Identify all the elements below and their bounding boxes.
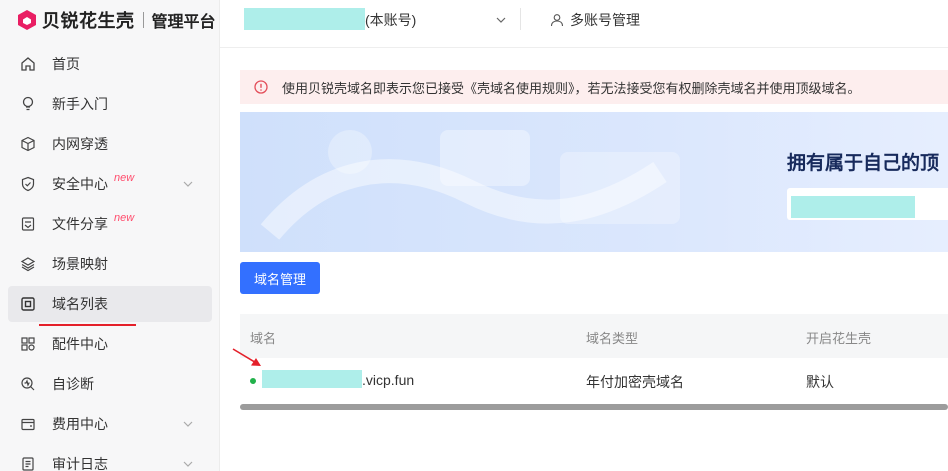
annotation-arrow-icon <box>232 348 261 366</box>
column-header-domain: 域名 <box>250 331 277 346</box>
shield-icon <box>20 176 36 192</box>
brand-subtitle: 管理平台 <box>151 14 216 31</box>
sidebar-item-label: 费用中心 <box>52 416 108 432</box>
sidebar-item-label: 新手入门 <box>52 96 108 112</box>
sidebar-item-self-diagnose[interactable]: 自诊断 <box>8 366 212 402</box>
multi-account-label: 多账号管理 <box>570 12 640 28</box>
grid-icon <box>20 336 36 352</box>
brand-name: 贝锐花生壳 <box>42 11 135 31</box>
domain-manage-button[interactable]: 域名管理 <box>240 262 320 294</box>
home-icon <box>20 56 36 72</box>
sidebar-item-label: 场景映射 <box>52 256 108 272</box>
sidebar-item-home[interactable]: 首页 <box>8 46 212 82</box>
alert-text: 使用贝锐壳域名即表示您已接受《壳域名使用规则》，若无法接受您有权删除壳域名并使用… <box>282 80 861 96</box>
notice-alert: 使用贝锐壳域名即表示您已接受《壳域名使用规则》，若无法接受您有权删除壳域名并使用… <box>240 70 948 104</box>
sidebar-item-audit-log[interactable]: 审计日志 <box>8 446 212 471</box>
sidebar-item-label: 首页 <box>52 56 80 72</box>
annotation-underline <box>39 324 136 326</box>
account-name-redacted <box>244 8 365 30</box>
account-suffix: (本账号) <box>365 12 417 28</box>
sidebar-item-label: 内网穿透 <box>52 136 108 152</box>
brand-logo[interactable]: 贝锐花生壳 管理平台 <box>16 8 216 32</box>
sidebar-item-getting-started[interactable]: 新手入门 <box>8 86 212 122</box>
domain-icon <box>20 296 36 312</box>
sidebar-item-scene-mapping[interactable]: 场景映射 <box>8 246 212 282</box>
chevron-down-icon <box>183 461 193 467</box>
sidebar: 贝锐花生壳 管理平台 首页 新手入门 内网穿透 安全中心 new 文件分享 ne… <box>0 0 220 471</box>
user-icon <box>550 14 564 27</box>
lightbulb-icon <box>20 96 36 112</box>
sidebar-nav: 首页 新手入门 内网穿透 安全中心 new 文件分享 new 场景映射 域名列表… <box>8 46 212 471</box>
wallet-icon <box>20 416 36 432</box>
scrollbar-thumb[interactable] <box>240 404 948 410</box>
cube-icon <box>20 136 36 152</box>
domain-type-cell: 年付加密壳域名 <box>586 374 684 390</box>
new-badge: new <box>114 212 135 224</box>
log-icon <box>20 456 36 471</box>
chevron-down-icon <box>183 181 193 187</box>
chevron-down-icon <box>183 421 193 427</box>
scene-icon <box>20 256 36 272</box>
domain-table: 域名 域名类型 开启花生壳 .vicp.fun 年付加密壳域名 默认 <box>240 314 948 404</box>
promo-banner: 拥有属于自己的顶 <box>240 112 948 252</box>
file-share-icon <box>20 216 36 232</box>
sidebar-item-label: 配件中心 <box>52 336 108 352</box>
multi-account-link[interactable]: 多账号管理 <box>550 10 640 30</box>
diagnose-icon <box>20 376 36 392</box>
status-dot <box>250 378 256 384</box>
horizontal-scrollbar[interactable] <box>240 404 948 410</box>
top-header: (本账号) 多账号管理 <box>220 0 948 48</box>
brand-divider <box>142 12 144 28</box>
banner-input-redacted <box>791 196 915 218</box>
banner-title: 拥有属于自己的顶 <box>787 153 940 174</box>
domain-name-redacted <box>262 370 362 388</box>
sidebar-item-billing[interactable]: 费用中心 <box>8 406 212 442</box>
sidebar-item-label: 自诊断 <box>52 376 94 392</box>
sidebar-item-intranet[interactable]: 内网穿透 <box>8 126 212 162</box>
banner-search-input[interactable] <box>787 188 948 220</box>
sidebar-item-domain-list[interactable]: 域名列表 <box>8 286 212 322</box>
new-badge: new <box>114 172 135 184</box>
domain-suffix: .vicp.fun <box>362 372 415 388</box>
enable-cell: 默认 <box>806 374 834 390</box>
sidebar-item-file-share[interactable]: 文件分享 new <box>8 206 212 242</box>
banner-background-art <box>260 130 680 240</box>
sidebar-item-label: 安全中心 <box>52 176 108 192</box>
sidebar-item-label: 审计日志 <box>52 456 108 471</box>
table-row[interactable]: .vicp.fun 年付加密壳域名 默认 <box>240 358 948 404</box>
sidebar-item-label: 文件分享 <box>52 216 108 232</box>
column-header-enable: 开启花生壳 <box>806 331 872 346</box>
column-header-domain-type: 域名类型 <box>586 331 639 346</box>
warning-circle-icon <box>254 80 268 94</box>
sidebar-item-label: 域名列表 <box>52 296 108 312</box>
sidebar-item-security[interactable]: 安全中心 new <box>8 166 212 202</box>
brand-logo-icon <box>16 9 38 31</box>
table-header: 域名 域名类型 开启花生壳 <box>240 314 948 358</box>
account-chevron-down-icon[interactable] <box>495 14 507 26</box>
sidebar-item-accessories[interactable]: 配件中心 <box>8 326 212 362</box>
header-divider <box>520 8 521 30</box>
